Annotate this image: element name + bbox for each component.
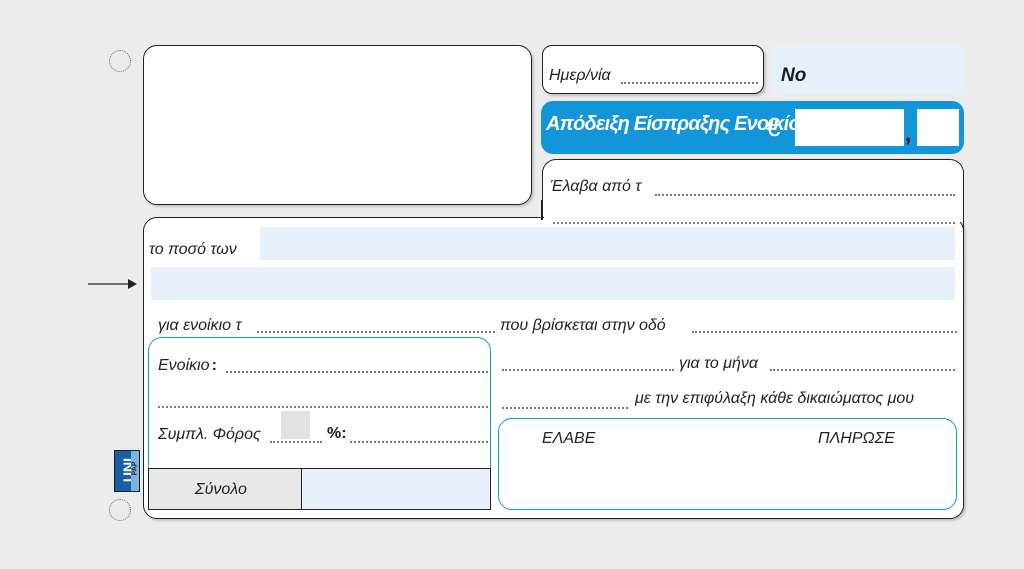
logo-subtext: PAP [131, 461, 139, 476]
box-junction-left [541, 200, 543, 220]
issuer-stamp-box [143, 45, 532, 205]
receipt-title-banner: Απόδειξη Είσπραξης Ενοικίου € , [541, 101, 964, 154]
punch-hole-bottom [109, 499, 131, 521]
stamp-tax-rate-field[interactable] [281, 411, 310, 439]
rent-for-label: για ενοίκιο τ [158, 317, 242, 334]
month-label: για το μήνα [679, 355, 758, 372]
stamp-tax-label: Συμπλ. Φόρος [158, 426, 261, 443]
rent-amount-colon: : [211, 357, 217, 374]
arrow-right-icon [88, 277, 138, 296]
stamp-tax-dots [270, 441, 322, 443]
total-amount-field[interactable] [301, 468, 491, 510]
signatures-box: ΕΛΑΒΕ ΠΛΗΡΩΣΕ [498, 418, 957, 510]
date-field[interactable] [621, 82, 758, 84]
rent-amount-label: Ενοίκιο: [158, 357, 217, 375]
amount-cents-field[interactable] [917, 109, 959, 146]
amount-euros-field[interactable] [795, 109, 904, 146]
amount-label: το ποσό των [149, 241, 237, 258]
received-from-field-1[interactable] [655, 194, 955, 196]
rent-amount-label-text: Ενοίκιο [158, 357, 210, 374]
rent-extra-field[interactable] [158, 406, 488, 408]
punch-hole-top [109, 50, 131, 72]
percent-label: %: [327, 425, 347, 442]
received-from-field-2[interactable] [553, 222, 955, 224]
total-label-cell: Σύνολο [148, 468, 302, 510]
decimal-separator: , [905, 121, 912, 146]
month-prefix-field[interactable] [502, 369, 674, 371]
box-junction [544, 210, 962, 222]
reservation-prefix-field[interactable] [502, 407, 628, 409]
street-field[interactable] [692, 331, 957, 333]
reservation-label: με την επιφύλαξη κάθε δικαιώματος μου [635, 390, 915, 407]
total-label: Σύνολο [195, 481, 247, 498]
euro-icon: € [766, 112, 781, 142]
received-from-label: Έλαβα από τ [550, 178, 642, 195]
unipap-logo: UNI PAP [114, 450, 140, 492]
received-signature-label: ΕΛΑΒΕ [542, 430, 596, 447]
rent-for-field[interactable] [257, 331, 495, 333]
date-label: Ημερ/νία [549, 67, 611, 84]
located-label: που βρίσκεται στην οδό [500, 317, 666, 334]
number-box: No [771, 45, 964, 94]
amount-words-field-2[interactable] [151, 267, 955, 300]
stamp-tax-amount-field[interactable] [350, 441, 488, 443]
date-box: Ημερ/νία [542, 45, 764, 94]
amount-words-field-1[interactable] [260, 227, 955, 260]
rent-amount-field[interactable] [226, 371, 488, 373]
number-label: No [781, 65, 807, 86]
paid-signature-label: ΠΛΗΡΩΣΕ [818, 430, 895, 447]
month-field[interactable] [770, 369, 955, 371]
